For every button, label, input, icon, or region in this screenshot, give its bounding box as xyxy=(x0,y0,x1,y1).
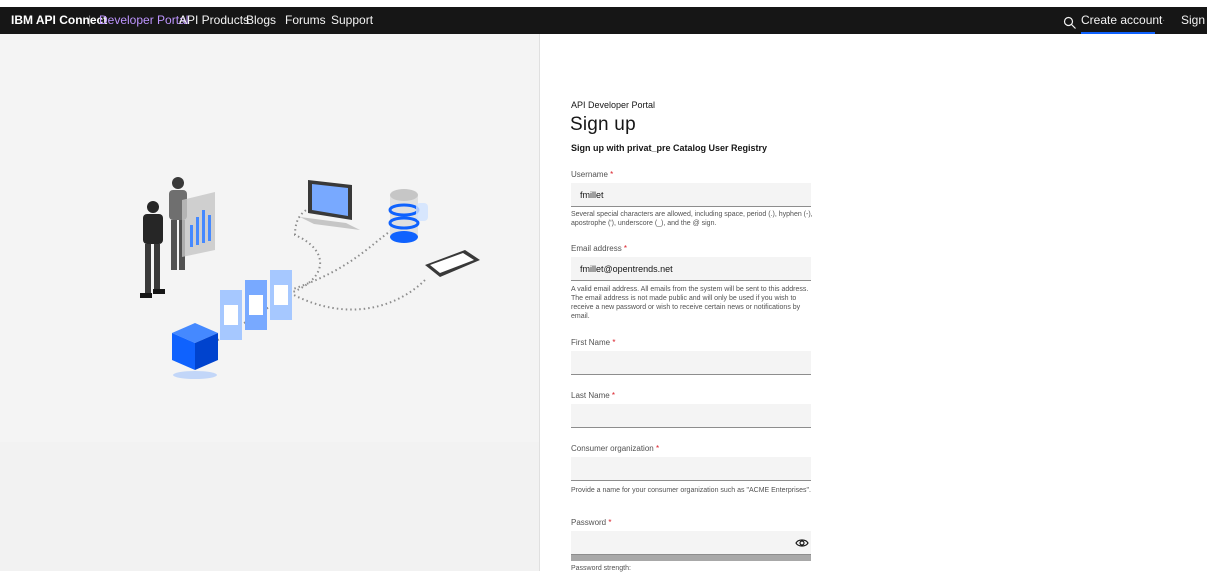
nav-forums[interactable]: Forums xyxy=(285,7,326,34)
first-name-input[interactable] xyxy=(571,351,811,375)
username-input[interactable] xyxy=(571,183,811,207)
search-icon[interactable] xyxy=(1063,13,1078,29)
nav-dot-separator: · xyxy=(1162,15,1166,26)
nav-support[interactable]: Support xyxy=(331,7,373,34)
nav-api-products[interactable]: API Products xyxy=(179,7,249,34)
email-label: Email address * xyxy=(571,244,628,253)
portal-kicker: API Developer Portal xyxy=(571,100,656,110)
page-title: Sign up xyxy=(570,114,636,135)
create-account-link[interactable]: Create account xyxy=(1081,7,1162,34)
last-name-label: Last Name * xyxy=(571,391,616,400)
eye-icon[interactable] xyxy=(795,537,809,549)
consumer-org-label: Consumer organization * xyxy=(571,444,660,453)
registry-subtitle: Sign up with privat_pre Catalog User Reg… xyxy=(571,143,768,153)
password-label: Password * xyxy=(571,518,612,527)
email-input[interactable] xyxy=(571,257,811,281)
username-label: Username * xyxy=(571,170,614,179)
password-input[interactable] xyxy=(571,531,811,555)
password-strength-bar xyxy=(571,555,811,561)
api-network-illustration xyxy=(140,177,480,379)
brand-link[interactable]: IBM API Connect xyxy=(11,7,107,34)
phone-icon xyxy=(425,250,480,277)
laptop-icon xyxy=(300,180,360,230)
consumer-org-input[interactable] xyxy=(571,457,811,481)
username-help: Several special characters are allowed, … xyxy=(571,211,813,227)
brand-separator: | xyxy=(88,13,92,27)
database-icon xyxy=(388,189,428,243)
top-stripe xyxy=(0,0,1207,7)
nav-blogs[interactable]: Blogs xyxy=(246,7,276,34)
cube-icon xyxy=(172,323,218,379)
consumer-org-help: Provide a name for your consumer organiz… xyxy=(571,487,811,494)
panel-divider xyxy=(539,34,540,571)
developer-portal-link[interactable]: Developer Portal xyxy=(99,7,188,34)
top-navbar: IBM API Connect | Developer Portal API P… xyxy=(0,7,1207,34)
first-name-label: First Name * xyxy=(571,338,616,347)
people-icon xyxy=(140,177,215,298)
api-gateway-icon xyxy=(220,270,292,340)
sign-in-link[interactable]: Sign in xyxy=(1181,7,1207,34)
email-help: A valid email address. All emails from t… xyxy=(571,286,809,320)
last-name-input[interactable] xyxy=(571,404,811,428)
illustration-panel-footer xyxy=(0,442,539,571)
